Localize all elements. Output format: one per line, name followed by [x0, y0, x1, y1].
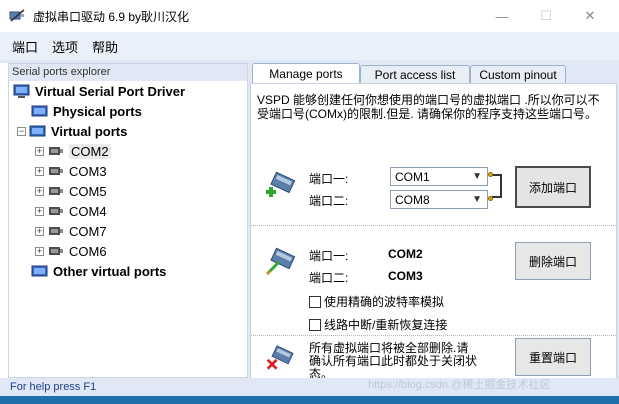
main-panel: Manage ports Port access list Custom pin…	[248, 63, 619, 381]
tree-item-physical[interactable]: Physical ports	[31, 101, 142, 121]
serial-port-icon	[49, 187, 63, 195]
add-port2-value: COM8	[395, 192, 430, 207]
expand-icon[interactable]: +	[35, 206, 44, 216]
delete-port1-value: COM2	[388, 247, 423, 261]
port-group-icon	[31, 265, 48, 276]
delete-ports-button[interactable]: 删除端口	[515, 242, 591, 280]
title-bar: 虚拟串口驱动 6.9 by耿川汉化 — ☐ ✕	[0, 0, 619, 32]
menu-ports[interactable]: 端口	[12, 35, 38, 58]
add-port1-label: 端口一:	[309, 172, 349, 186]
expand-icon[interactable]: +	[35, 146, 44, 156]
reconnect-label: 线路中断/重新恢复连接	[324, 318, 448, 332]
menu-help[interactable]: 帮助	[92, 35, 118, 58]
panel-description: VSPD 能够创建任何你想使用的端口号的虚拟端口 .所以你可以不受端口号(COM…	[257, 93, 600, 121]
expand-icon[interactable]: +	[35, 166, 44, 176]
expand-icon[interactable]: +	[35, 246, 44, 256]
tree-other-label: Other virtual ports	[53, 263, 167, 279]
tree-item-com7[interactable]: + COM7	[35, 221, 107, 241]
tab-strip: Manage ports Port access list Custom pin…	[248, 63, 619, 83]
manage-ports-panel: VSPD 能够创建任何你想使用的端口号的虚拟端口 .所以你可以不受端口号(COM…	[250, 83, 617, 381]
tree-item-root[interactable]: Virtual Serial Port Driver	[13, 81, 185, 101]
tree-port-label: COM2	[69, 143, 111, 159]
tab-manage-ports[interactable]: Manage ports	[252, 63, 360, 83]
edit-port-icon	[265, 247, 296, 276]
collapse-icon[interactable]: −	[17, 126, 26, 136]
close-button[interactable]: ✕	[567, 0, 613, 32]
ports-tree: Virtual Serial Port Driver Physical port…	[9, 81, 247, 279]
tree-port-label: COM6	[69, 243, 107, 259]
menu-bar: 端口 选项 帮助	[0, 32, 619, 60]
delete-port1-label: 端口一:	[309, 249, 349, 263]
expand-icon[interactable]: +	[35, 226, 44, 236]
tree-item-virtual[interactable]: − Virtual ports	[17, 121, 127, 141]
maximize-button[interactable]: ☐	[523, 0, 569, 32]
explorer-header: Serial ports explorer	[9, 64, 247, 81]
window-title: 虚拟串口驱动 6.9 by耿川汉化	[33, 10, 190, 24]
serial-port-icon	[49, 167, 63, 175]
delete-ports-section: 端口一: 端口二: COM2 COM3 删除端口 使用精确的波特率模拟 线路中断…	[251, 226, 616, 336]
delete-port2-value: COM3	[388, 269, 423, 283]
baud-rate-checkbox[interactable]	[309, 295, 321, 308]
app-window: 虚拟串口驱动 6.9 by耿川汉化 — ☐ ✕ 端口 选项 帮助 Serial …	[0, 0, 619, 396]
tree-port-label: COM7	[69, 223, 107, 239]
serial-port-icon	[49, 247, 63, 255]
pair-bracket	[492, 174, 502, 198]
tree-item-com2[interactable]: + COM2	[35, 141, 111, 161]
baud-rate-option[interactable]: 使用精确的波特率模拟	[309, 293, 444, 310]
chevron-down-icon: ▼	[472, 194, 482, 205]
add-port-icon	[266, 171, 296, 197]
delete-port2-label: 端口二:	[309, 271, 349, 285]
tree-item-com3[interactable]: + COM3	[35, 161, 107, 181]
remove-port-icon	[266, 345, 294, 370]
tab-port-access-list[interactable]: Port access list	[360, 65, 470, 83]
reconnect-checkbox[interactable]	[309, 318, 321, 331]
serial-port-icon	[49, 147, 63, 155]
add-port2-select[interactable]: COM8 ▼	[390, 190, 488, 209]
serial-port-app-icon	[9, 9, 25, 22]
port-group-icon	[31, 105, 48, 116]
tree-virtual-label: Virtual ports	[51, 123, 128, 139]
reset-ports-button[interactable]: 重置端口	[515, 338, 591, 376]
tree-item-com6[interactable]: + COM6	[35, 241, 107, 261]
pair-dot-icon	[488, 172, 493, 177]
port-group-icon	[29, 125, 46, 136]
tree-root-label: Virtual Serial Port Driver	[35, 83, 186, 99]
add-port2-label: 端口二:	[309, 194, 349, 208]
serial-port-icon	[49, 227, 63, 235]
tree-item-other[interactable]: Other virtual ports	[31, 261, 166, 281]
add-ports-button[interactable]: 添加端口	[515, 166, 591, 208]
tree-port-label: COM4	[69, 203, 107, 219]
tree-item-com4[interactable]: + COM4	[35, 201, 107, 221]
tree-port-label: COM5	[69, 183, 107, 199]
serial-port-icon	[49, 207, 63, 215]
baud-rate-label: 使用精确的波特率模拟	[324, 295, 445, 309]
add-ports-section: 端口一: 端口二: COM1 ▼ COM8 ▼ 添加端口	[251, 128, 616, 226]
tree-physical-label: Physical ports	[53, 103, 142, 119]
tree-item-com5[interactable]: + COM5	[35, 181, 107, 201]
add-port1-value: COM1	[395, 169, 430, 184]
add-port1-select[interactable]: COM1 ▼	[390, 167, 488, 186]
computer-icon	[13, 84, 30, 98]
serial-ports-explorer: Serial ports explorer Virtual Serial Por…	[8, 63, 248, 378]
tree-port-label: COM3	[69, 163, 107, 179]
pair-dot-icon	[488, 196, 493, 201]
menu-options[interactable]: 选项	[52, 35, 78, 58]
tab-custom-pinout[interactable]: Custom pinout	[470, 65, 566, 83]
minimize-button[interactable]: —	[479, 0, 525, 32]
chevron-down-icon: ▼	[472, 171, 482, 182]
reconnect-option[interactable]: 线路中断/重新恢复连接	[309, 316, 447, 333]
reset-ports-section: 所有虚拟端口将被全部删除.请确认所有端口此时都处于关闭状态。 重置端口	[251, 336, 616, 381]
watermark-text: https://blog.csdn.@稀土掘金技术社区	[368, 379, 551, 391]
expand-icon[interactable]: +	[35, 186, 44, 196]
